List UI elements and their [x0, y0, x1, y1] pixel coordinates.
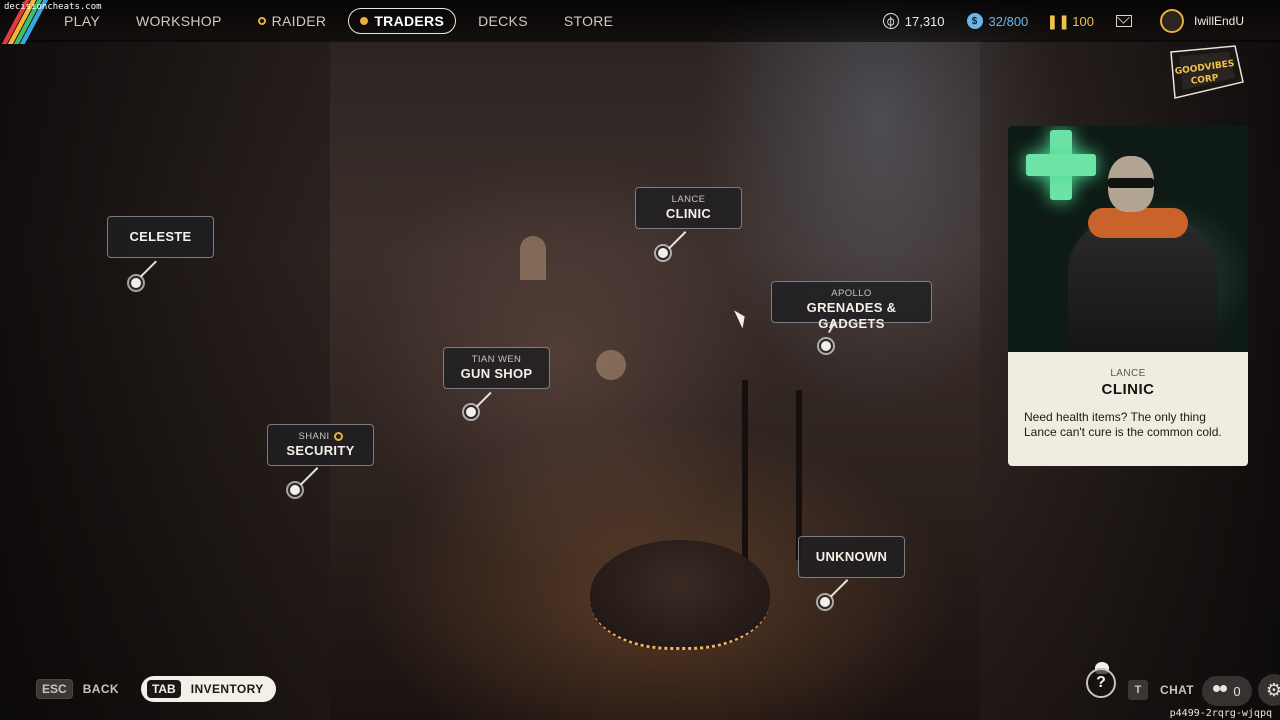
main-nav: PLAY WORKSHOP RAIDER TRADERS DECKS STORE — [64, 0, 649, 42]
trader-figure — [1108, 178, 1154, 188]
nav-label: WORKSHOP — [135, 13, 222, 29]
marker-title: UNKNOWN — [815, 549, 888, 564]
trader-name: LANCE — [1110, 368, 1146, 379]
trader-info: LANCE CLINIC Need health items? The only… — [1008, 352, 1248, 440]
currency-bar: ⏀ 17,310 $ 32/800 ❚❚ 100 IwillEndU — [882, 0, 1280, 42]
arched-window — [520, 236, 546, 280]
marker-subtitle: LANCE — [671, 194, 706, 205]
gear-icon[interactable]: ⚙ — [1258, 674, 1280, 706]
nav-label: TRADERS — [374, 13, 445, 29]
marker-title: SECURITY — [286, 443, 355, 458]
map-pin-icon[interactable] — [129, 276, 143, 290]
trader-figure — [1088, 208, 1188, 238]
map-pin-icon[interactable] — [656, 246, 670, 260]
avatar — [1159, 9, 1184, 33]
bottom-left-actions: ESC BACK TAB INVENTORY — [36, 676, 276, 702]
marker-subtitle: APOLLO — [831, 288, 872, 299]
lamp-pole — [796, 390, 802, 560]
esc-key[interactable]: ESC — [36, 679, 73, 699]
bottom-right-actions: ? T CHAT 0 ⚙ — [1040, 662, 1280, 708]
tab-key: TAB — [146, 680, 181, 698]
medical-cross-icon — [1026, 154, 1096, 176]
marker-title: CLINIC — [665, 206, 712, 221]
nav-raider[interactable]: RAIDER — [257, 13, 327, 29]
tokens-value: 32/800 — [988, 13, 1029, 29]
credits-icon: ❚❚ — [1046, 12, 1071, 29]
marker-title: CELESTE — [129, 229, 192, 244]
username: IwillEndU — [1193, 14, 1244, 28]
marker-subtitle: TIAN WEN — [471, 354, 522, 365]
coins-display[interactable]: ⏀ 17,310 — [882, 13, 945, 29]
nav-workshop[interactable]: WORKSHOP — [136, 13, 222, 29]
help-button[interactable]: ? — [1086, 668, 1116, 698]
marker-label[interactable]: CELESTE — [107, 216, 214, 258]
marker-title: GUN SHOP — [460, 366, 533, 381]
people-icon — [1213, 685, 1229, 697]
nav-traders[interactable]: TRADERS — [348, 8, 457, 34]
marker-label[interactable]: APOLLO GRENADES & GADGETS — [771, 281, 932, 331]
left-building — [0, 40, 330, 720]
map-pin-icon[interactable] — [464, 405, 478, 419]
map-pin-icon[interactable] — [819, 339, 833, 353]
trader-description: Need health items? The only thing Lance … — [1024, 410, 1222, 439]
credits-display[interactable]: ❚❚ 100 — [1046, 12, 1094, 29]
notification-dot-icon — [257, 17, 266, 25]
clan-badge-icon: GOODVIBES CORP — [1170, 45, 1244, 99]
inventory-button[interactable]: TAB INVENTORY — [140, 676, 276, 702]
chat-key[interactable]: T — [1128, 680, 1148, 700]
friends-count: 0 — [1233, 683, 1241, 699]
carousel — [590, 540, 770, 650]
marker-label[interactable]: SHANI SECURITY — [267, 424, 374, 466]
marker-subtitle: SHANI — [276, 431, 365, 443]
marker-label[interactable]: UNKNOWN — [798, 536, 905, 578]
trader-portrait — [1008, 126, 1248, 352]
round-window — [596, 350, 626, 380]
nav-label: PLAY — [64, 13, 100, 29]
nav-label: STORE — [563, 13, 614, 29]
friends-button[interactable]: 0 — [1202, 676, 1252, 706]
back-button[interactable]: BACK — [83, 682, 119, 696]
map-pin-icon[interactable] — [288, 483, 302, 497]
credits-value: 100 — [1072, 13, 1094, 29]
marker-label[interactable]: LANCE CLINIC — [635, 187, 742, 229]
nav-decks[interactable]: DECKS — [478, 13, 528, 29]
tokens-display[interactable]: $ 32/800 — [966, 13, 1029, 29]
notification-dot-icon — [360, 17, 369, 25]
coins-value: 17,310 — [904, 13, 945, 29]
notification-dot-icon — [333, 431, 343, 441]
token-icon: $ — [966, 13, 983, 29]
trader-info-card[interactable]: LANCE CLINIC Need health items? The only… — [1008, 126, 1248, 466]
nav-play[interactable]: PLAY — [64, 13, 100, 29]
lamp-pole — [742, 380, 748, 560]
session-id: p4499-2rqrg-wjqpq — [1169, 708, 1272, 719]
inventory-label: INVENTORY — [190, 682, 264, 696]
coin-icon: ⏀ — [882, 13, 899, 29]
nav-label: RAIDER — [271, 13, 327, 29]
chat-button[interactable]: CHAT — [1160, 683, 1194, 697]
profile-button[interactable]: IwillEndU — [1159, 9, 1244, 33]
trader-shop-title: CLINIC — [1101, 381, 1155, 398]
marker-title: GRENADES & GADGETS — [806, 300, 897, 331]
marker-label[interactable]: TIAN WEN GUN SHOP — [443, 347, 550, 389]
nav-store[interactable]: STORE — [564, 13, 613, 29]
map-pin-icon[interactable] — [818, 595, 832, 609]
nav-label: DECKS — [478, 13, 528, 29]
marker-subtitle-text: SHANI — [298, 431, 330, 442]
mail-icon[interactable] — [1115, 15, 1132, 27]
top-nav-bar: decisioncheats.com PLAY WORKSHOP RAIDER … — [0, 0, 1280, 44]
